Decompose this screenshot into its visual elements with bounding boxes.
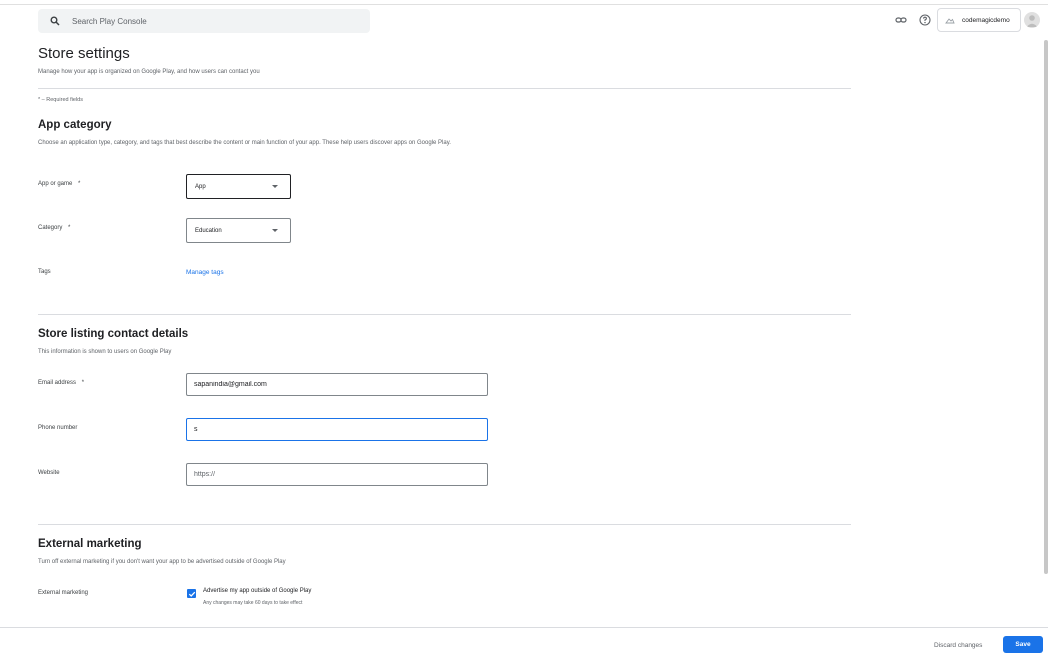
external-marketing-label: External marketing (38, 590, 89, 596)
phone-label: Phone number (38, 425, 78, 431)
app-or-game-select[interactable]: App (186, 174, 291, 199)
account-name: codemagicdemo (962, 16, 1010, 24)
required-mark: * (78, 181, 81, 187)
divider (38, 314, 851, 315)
category-value: Education (195, 227, 222, 234)
search-input[interactable] (72, 16, 352, 26)
scrollbar[interactable] (1044, 40, 1048, 574)
checkmark-icon (188, 591, 195, 597)
app-or-game-value: App (195, 183, 206, 190)
search-icon (48, 14, 62, 28)
website-label: Website (38, 470, 60, 476)
top-edge-line (0, 4, 1048, 5)
phone-field[interactable] (186, 418, 488, 441)
chevron-down-icon (272, 185, 278, 188)
app-thumbnail-icon (944, 14, 956, 26)
divider (38, 88, 851, 89)
page-title: Store settings (38, 45, 130, 62)
discard-changes-button[interactable]: Discard changes (934, 638, 982, 652)
category-label: Category * (38, 225, 71, 231)
external-marketing-description: Turn off external marketing if you don't… (38, 559, 286, 565)
required-mark: * (68, 225, 71, 231)
page-subtitle: Manage how your app is organized on Goog… (38, 69, 260, 75)
app-category-title: App category (38, 119, 112, 131)
account-switcher[interactable]: codemagicdemo (937, 8, 1021, 32)
help-icon[interactable] (919, 14, 931, 26)
external-marketing-title: External marketing (38, 538, 142, 550)
tags-label: Tags (38, 269, 51, 275)
advertise-checkbox-label: Advertise my app outside of Google Play (203, 588, 312, 594)
advertise-checkbox-note: Any changes may take 60 days to take eff… (203, 600, 303, 606)
contact-details-title: Store listing contact details (38, 328, 189, 340)
required-mark: * (81, 380, 85, 386)
divider (38, 524, 851, 525)
save-button[interactable]: Save (1003, 636, 1043, 653)
category-select[interactable]: Education (186, 218, 291, 243)
app-or-game-label: App or game * (38, 181, 81, 187)
contact-details-description: This information is shown to users on Go… (38, 349, 172, 355)
link-icon[interactable] (895, 14, 907, 26)
email-field[interactable] (186, 373, 488, 396)
website-field[interactable] (186, 463, 488, 486)
advertise-checkbox[interactable] (187, 589, 196, 598)
avatar-icon[interactable] (1024, 12, 1040, 28)
app-category-description: Choose an application type, category, an… (38, 140, 451, 146)
manage-tags-link[interactable]: Manage tags (186, 269, 224, 276)
search-bar[interactable] (38, 9, 370, 33)
required-fields-note: * – Required fields (38, 97, 83, 103)
email-label: Email address * (38, 380, 85, 386)
footer-divider (0, 627, 1048, 628)
chevron-down-icon (272, 229, 278, 232)
